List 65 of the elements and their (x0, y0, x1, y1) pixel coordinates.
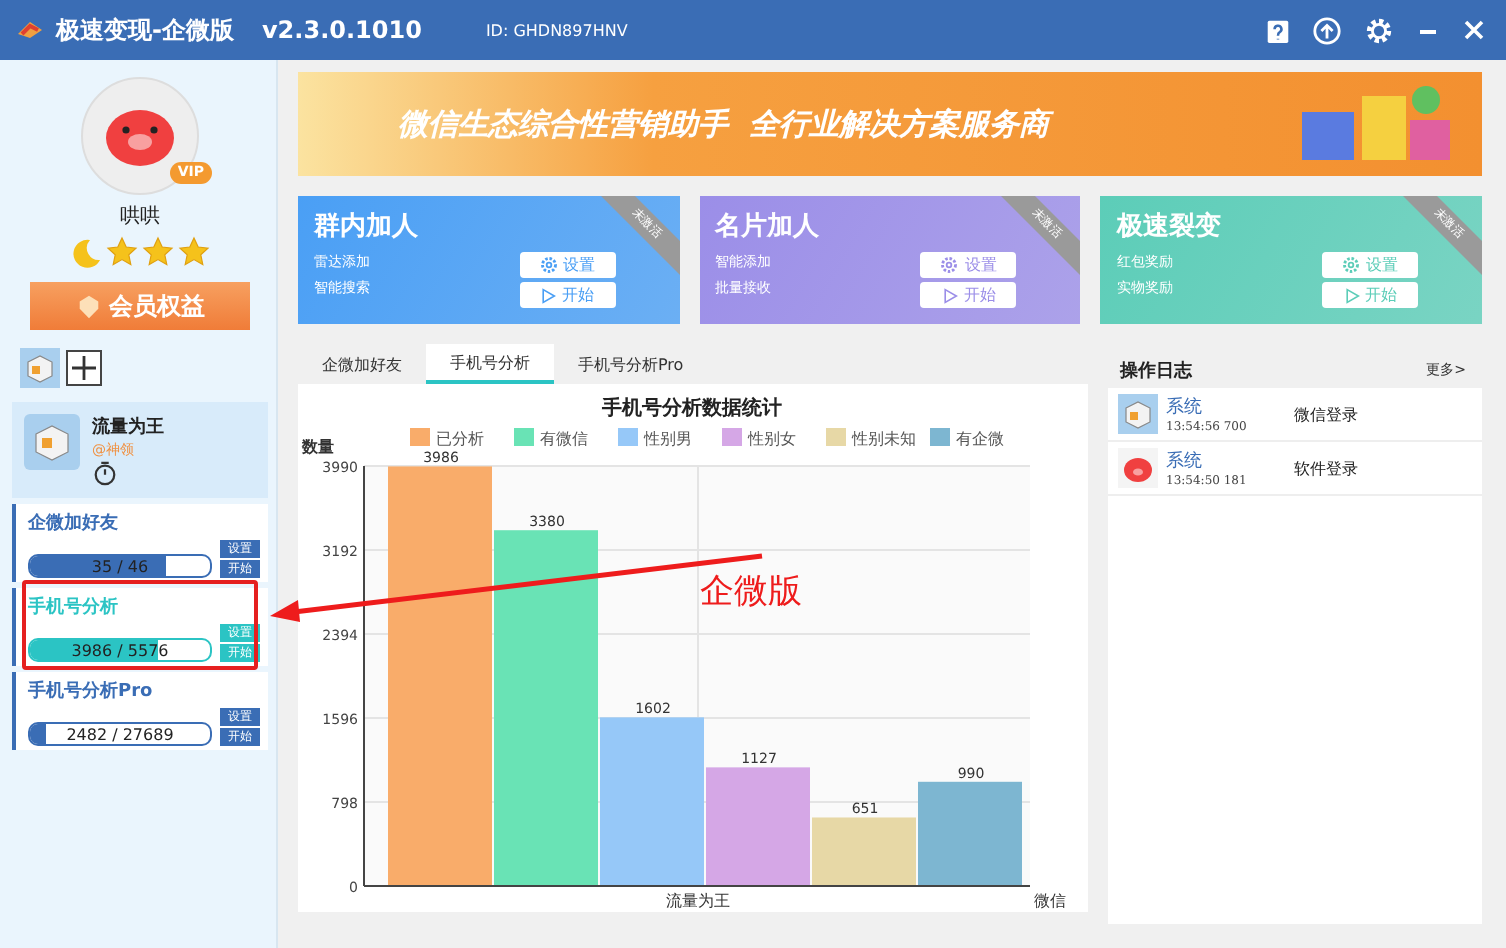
banner-text: 微信生态综合性营销助手 全行业解决方案服务商 (398, 105, 1049, 143)
log-title: 操作日志 (1120, 358, 1192, 383)
legend-label: 性别未知 (850, 430, 916, 448)
user-name: 哄哄 (120, 203, 160, 230)
legend-item: 性别男 (618, 428, 692, 448)
legend-item: 有企微 (930, 428, 1004, 448)
task-name: 手机号分析Pro (28, 678, 155, 704)
legend-label: 性别男 (642, 430, 692, 448)
logo-icon (16, 18, 44, 42)
progress-text: 35 / 46 (91, 557, 149, 575)
app-cube-icon (1118, 394, 1158, 434)
task-name: 手机号分析 (28, 594, 120, 620)
settings-button[interactable]: 设置 (519, 252, 616, 278)
star-icon (178, 236, 210, 268)
legend-item: 性别未知 (826, 428, 916, 448)
settings-button[interactable]: 设置 (920, 252, 1017, 278)
badge-icon (75, 293, 101, 319)
start-button[interactable]: 开始 (920, 282, 1017, 308)
gear-icon (1342, 256, 1361, 274)
log-action: 软件登录 (1294, 457, 1358, 479)
moon-icon (70, 236, 102, 268)
log-action: 微信登录 (1294, 403, 1358, 425)
version-label: v2.3.0.1010 (261, 16, 422, 44)
upload-icon[interactable] (1312, 15, 1342, 45)
x-category-label: 流量为王 (666, 892, 730, 910)
log-user: 系统 (1166, 449, 1204, 474)
annotation-label: 企微版 (700, 570, 802, 614)
card-title: 群内加人 (314, 210, 418, 244)
pig-icon (1118, 448, 1158, 488)
legend-label: 有微信 (540, 430, 588, 448)
star-icon (106, 236, 138, 268)
play-icon (1343, 287, 1360, 303)
tab[interactable]: 企微加好友 (298, 344, 426, 384)
y-axis-label: 数量 (302, 438, 334, 456)
avatar-icon (80, 76, 200, 196)
star-icon (142, 236, 174, 268)
add-icon[interactable] (66, 350, 102, 386)
task-name: 企微加好友 (28, 510, 120, 536)
x-axis-label: 微信 (1034, 892, 1066, 910)
legend-label: 性别女 (746, 430, 796, 448)
card-title: 极速裂变 (1116, 209, 1221, 244)
progress-text: 2482 / 27689 (66, 725, 174, 743)
log-user: 系统 (1166, 395, 1204, 420)
tab[interactable]: 手机号分析Pro (554, 344, 708, 384)
start-button[interactable]: 开始 (519, 282, 616, 308)
account-name: 流量为王 (92, 414, 164, 440)
chart-title: 手机号分析数据统计 (602, 398, 782, 420)
legend-item: 有微信 (514, 428, 588, 448)
settings-icon[interactable] (1364, 15, 1394, 45)
gear-icon (539, 256, 558, 274)
card-title: 名片加人 (715, 210, 820, 244)
window-title: 极速变现-企微版 (56, 13, 234, 47)
close-icon[interactable] (1462, 18, 1486, 42)
play-icon (941, 287, 958, 303)
gear-icon (940, 256, 959, 274)
account-cube-icon (24, 414, 80, 470)
timer-icon (92, 460, 118, 486)
tab[interactable]: 手机号分析 (426, 344, 554, 384)
legend-item: 已分析 (410, 428, 484, 448)
play-icon (540, 287, 557, 303)
legend-label: 已分析 (436, 430, 484, 448)
help-icon[interactable] (1266, 15, 1290, 45)
legend-label: 有企微 (956, 430, 1004, 448)
legend-item: 性别女 (722, 428, 796, 448)
id-label: ID: GHDN897HNV (485, 21, 628, 39)
